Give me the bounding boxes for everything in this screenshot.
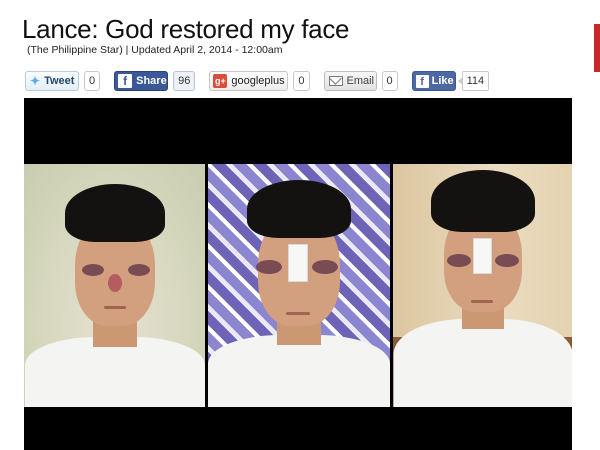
white-shirt (393, 319, 572, 407)
bruise-right-eye (495, 254, 519, 267)
bruise-left-eye (82, 264, 104, 276)
hair (247, 180, 351, 238)
white-shirt (208, 335, 390, 407)
facebook-share-label: Share (136, 75, 167, 87)
bruise-right-eye (312, 260, 338, 274)
facebook-like-count: 114 (457, 71, 490, 91)
twitter-group: ✦ Tweet 0 (25, 71, 101, 91)
googleplus-count: 0 (293, 71, 310, 91)
tweet-button[interactable]: ✦ Tweet (25, 71, 79, 91)
googleplus-group: g+ googleplus 0 (209, 71, 310, 91)
bruise-left-eye (447, 254, 471, 267)
email-label: Email (346, 75, 375, 87)
article-title: Lance: God restored my face (22, 14, 350, 44)
photo-panel-2 (208, 164, 390, 407)
article-photo (24, 98, 572, 450)
tweet-count: 0 (84, 71, 101, 91)
photo-panel-3 (393, 164, 572, 407)
nose-tape (473, 238, 492, 274)
facebook-like-button[interactable]: f Like (411, 71, 456, 91)
email-count: 0 (381, 71, 398, 91)
share-bar: ✦ Tweet 0 f Share 96 g+ googleplus 0 Ema… (25, 71, 503, 91)
photo-panel-1 (24, 164, 205, 407)
bruise-left-eye (256, 260, 282, 274)
bruise-nose (108, 274, 122, 292)
facebook-share-count: 96 (173, 71, 196, 91)
email-group: Email 0 (323, 71, 398, 91)
facebook-share-group: f Share 96 (114, 71, 196, 91)
email-envelope-icon (328, 76, 343, 86)
facebook-like-label: Like (431, 75, 454, 87)
tweet-label: Tweet (44, 75, 75, 87)
mouth (104, 306, 126, 309)
facebook-like-icon: f (415, 74, 429, 88)
article-byline: (The Philippine Star) | Updated April 2,… (27, 44, 283, 56)
googleplus-button[interactable]: g+ googleplus (209, 71, 289, 91)
email-button[interactable]: Email (323, 71, 377, 91)
white-shirt (24, 337, 205, 407)
side-accent-bar (594, 24, 600, 72)
mouth (286, 312, 310, 315)
hair (430, 170, 535, 232)
nose-tape (288, 244, 308, 282)
googleplus-label: googleplus (231, 75, 285, 87)
facebook-share-button[interactable]: f Share (114, 71, 169, 91)
googleplus-icon: g+ (213, 74, 228, 88)
twitter-bird-icon: ✦ (30, 74, 41, 88)
facebook-like-group: f Like 114 (411, 71, 490, 91)
facebook-f-icon: f (118, 74, 133, 88)
hair (64, 184, 165, 242)
mouth (471, 300, 493, 303)
bruise-right-eye (128, 264, 150, 276)
